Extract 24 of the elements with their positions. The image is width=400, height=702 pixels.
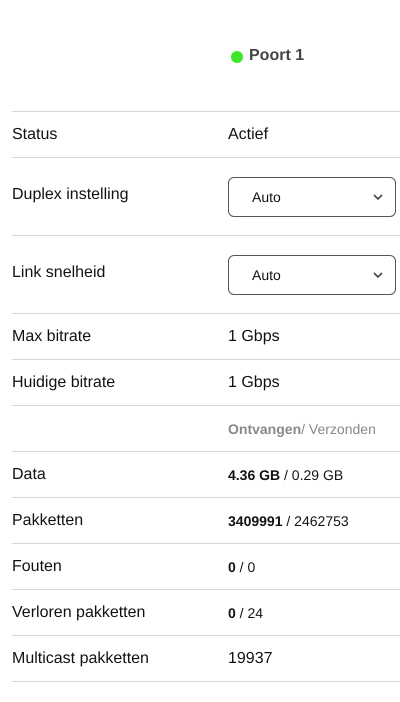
row-value: 1 Gbps (228, 374, 280, 392)
row-label: Huidige bitrate (12, 374, 116, 392)
port-title: Poort 1 (249, 46, 304, 64)
row-label: Link snelheid (12, 264, 106, 282)
row-value: Actief (228, 126, 268, 144)
row-value: 0 / 0 (228, 558, 256, 574)
row-label: Max bitrate (12, 328, 92, 346)
dropdown[interactable]: Auto (228, 255, 396, 295)
row-label: Fouten (12, 558, 63, 576)
row-label: Duplex instelling (12, 186, 130, 204)
chevron-down-icon (373, 194, 383, 200)
column-header: Ontvangen/ Verzonden (228, 420, 376, 436)
dropdown[interactable]: Auto (228, 177, 396, 217)
row-value: 4.36 GB / 0.29 GB (228, 466, 344, 482)
row-label: Verloren pakketten (12, 604, 146, 622)
row-value: 0 / 24 (228, 604, 264, 620)
row-label: Data (12, 466, 47, 484)
row-value: 3409991 / 2462753 (228, 512, 349, 528)
row-label: Pakketten (12, 512, 84, 530)
row-value: 19937 (228, 650, 272, 668)
row-label: Multicast pakketten (12, 650, 150, 668)
row-label: Status (12, 126, 58, 144)
chevron-down-icon (373, 272, 383, 278)
row-value: 1 Gbps (228, 328, 280, 346)
